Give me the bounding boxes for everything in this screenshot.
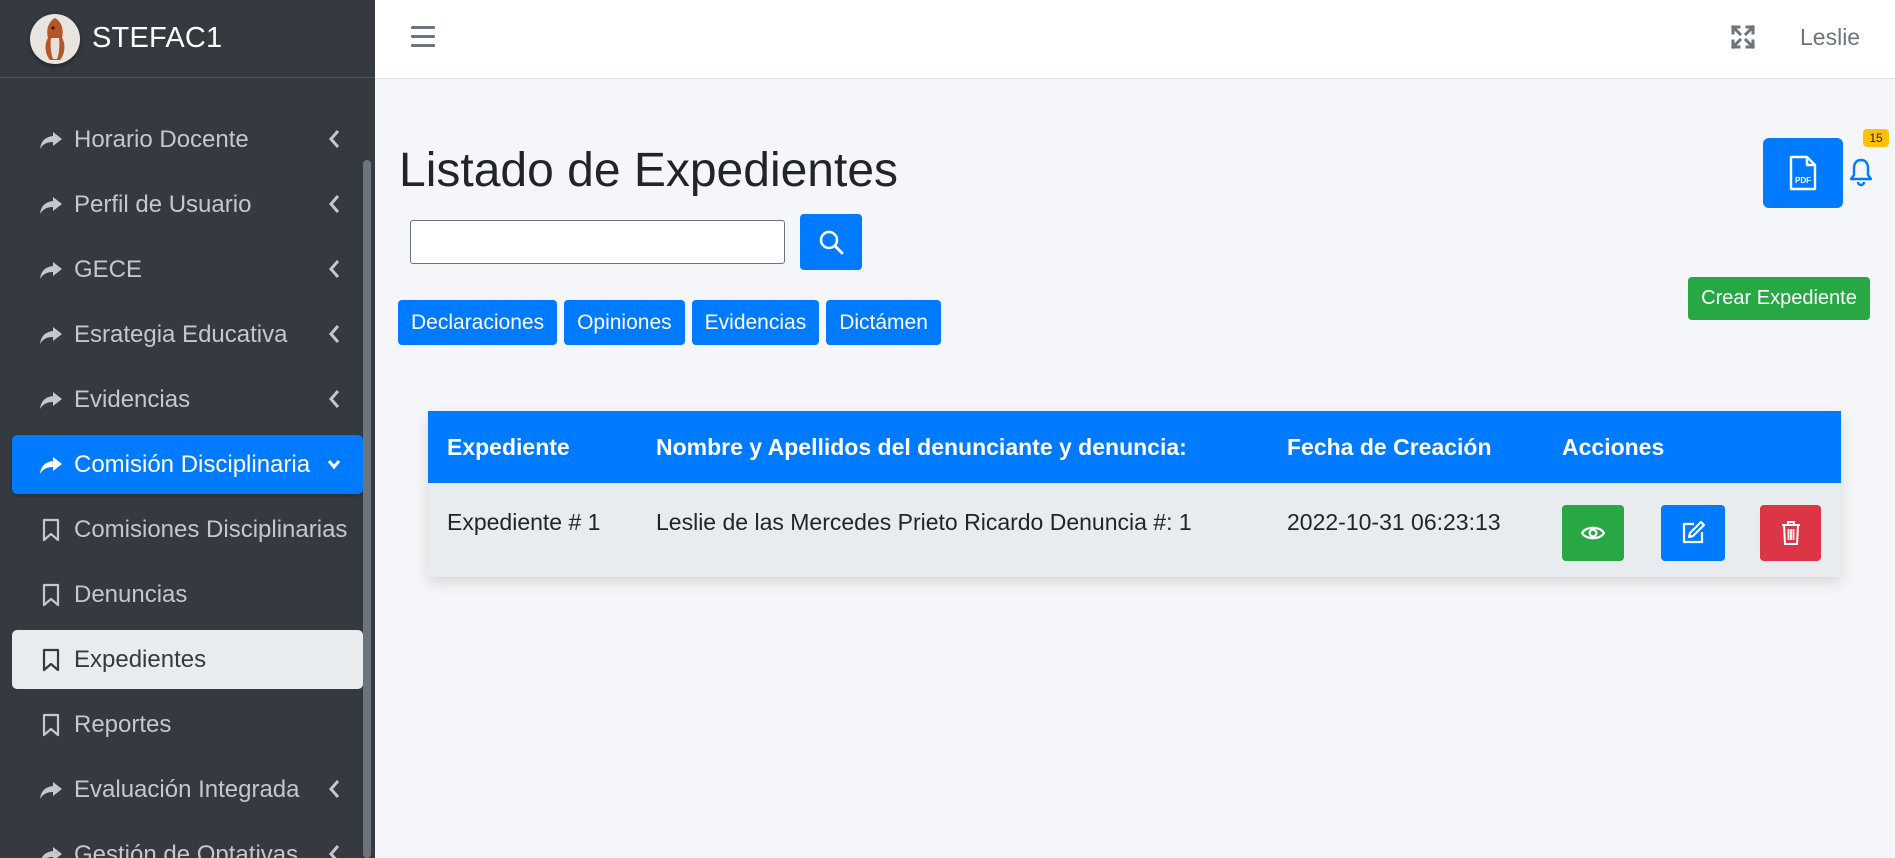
sidebar-scrollbar[interactable] bbox=[363, 160, 371, 858]
sidebar-item-label: Evidencias bbox=[74, 385, 191, 413]
search-icon bbox=[819, 230, 844, 255]
edit-button[interactable] bbox=[1661, 505, 1725, 561]
sidebar-item-evaluacion-integrada[interactable]: Evaluación Integrada bbox=[12, 760, 363, 819]
sidebar-item-evidencias[interactable]: Evidencias bbox=[12, 370, 363, 429]
share-arrow-icon bbox=[38, 127, 64, 153]
sidebar-item-reportes[interactable]: Reportes bbox=[12, 695, 363, 754]
bookmark-icon bbox=[38, 582, 64, 608]
sidebar-item-label: Reportes bbox=[74, 710, 172, 738]
share-arrow-icon bbox=[38, 387, 64, 413]
sidebar-item-comisiones-disciplinarias[interactable]: Comisiones Disciplinarias bbox=[12, 500, 363, 559]
share-arrow-icon bbox=[38, 777, 64, 803]
sidebar-item-label: Horario Docente bbox=[74, 125, 249, 153]
bookmark-icon bbox=[38, 712, 64, 738]
brand-name: STEFAC1 bbox=[92, 22, 223, 54]
sidebar-item-horario-docente[interactable]: Horario Docente bbox=[12, 110, 363, 169]
tab-dictamen[interactable]: Dictámen bbox=[826, 300, 941, 345]
sidebar-item-label: Esrategia Educativa bbox=[74, 320, 288, 348]
tab-declaraciones[interactable]: Declaraciones bbox=[398, 300, 558, 345]
sidebar-item-label: Denuncias bbox=[74, 580, 188, 608]
create-expediente-button[interactable]: Crear Expediente bbox=[1688, 277, 1870, 320]
share-arrow-icon bbox=[38, 257, 64, 283]
chevron-down-icon bbox=[327, 460, 341, 470]
bell-icon[interactable] bbox=[1848, 157, 1874, 187]
edit-icon bbox=[1682, 520, 1706, 544]
sidebar-item-denuncias[interactable]: Denuncias bbox=[12, 565, 363, 624]
sidebar-item-label: Gestión de Optativas bbox=[74, 840, 299, 858]
sidebar-item-label: Comisión Disciplinaria bbox=[74, 450, 311, 478]
column-header: Expediente bbox=[447, 434, 570, 460]
notification-badge: 15 bbox=[1863, 129, 1889, 147]
table-row: Expediente # 1 Leslie de las Mercedes Pr… bbox=[428, 483, 1841, 577]
cell-expediente: Expediente # 1 bbox=[447, 509, 601, 535]
search-button[interactable] bbox=[800, 214, 862, 270]
bookmark-icon bbox=[38, 647, 64, 673]
chevron-left-icon bbox=[329, 195, 340, 213]
chevron-left-icon bbox=[329, 845, 340, 858]
share-arrow-icon bbox=[38, 192, 64, 218]
sidebar-item-perfil-de-usuario[interactable]: Perfil de Usuario bbox=[12, 175, 363, 234]
sidebar-item-gece[interactable]: GECE bbox=[12, 240, 363, 299]
page-title: Listado de Expedientes bbox=[399, 144, 899, 197]
view-button[interactable] bbox=[1562, 505, 1624, 561]
user-menu[interactable]: Leslie bbox=[1800, 24, 1860, 51]
sidebar-item-label: Comisiones Disciplinarias bbox=[74, 515, 348, 543]
column-header: Fecha de Creación bbox=[1287, 434, 1492, 460]
column-header: Acciones bbox=[1562, 434, 1665, 460]
sidebar-item-comision-disciplinaria[interactable]: Comisión Disciplinaria bbox=[12, 435, 363, 494]
eye-icon bbox=[1581, 526, 1605, 540]
menu-toggle-icon[interactable] bbox=[411, 26, 435, 48]
sidebar-nav: Horario Docente Perfil de Usuario GECE Esra… bbox=[12, 110, 363, 858]
sidebar-item-label: Perfil de Usuario bbox=[74, 190, 252, 218]
pdf-export-button[interactable]: PDF bbox=[1763, 138, 1843, 208]
sidebar-item-label: Expedientes bbox=[74, 645, 207, 673]
bookmark-icon bbox=[38, 517, 64, 543]
top-navbar: Leslie bbox=[375, 0, 1895, 79]
chevron-left-icon bbox=[329, 260, 340, 278]
chevron-left-icon bbox=[329, 130, 340, 148]
cell-fecha: 2022-10-31 06:23:13 bbox=[1287, 509, 1501, 535]
trash-icon bbox=[1781, 521, 1800, 545]
delete-button[interactable] bbox=[1760, 505, 1821, 561]
column-header: Nombre y Apellidos del denunciante y den… bbox=[656, 434, 1187, 460]
sidebar-item-label: GECE bbox=[74, 255, 143, 283]
share-arrow-icon bbox=[38, 322, 64, 348]
tab-evidencias[interactable]: Evidencias bbox=[691, 300, 820, 345]
pdf-label: PDF bbox=[1795, 176, 1811, 185]
brand-logo bbox=[30, 13, 80, 64]
main-content: Listado de Expedientes Declaraciones Opi… bbox=[375, 79, 1895, 858]
tab-opiniones[interactable]: Opiniones bbox=[564, 300, 685, 345]
pdf-file-icon: PDF bbox=[1789, 155, 1817, 191]
expedientes-table: Expediente Nombre y Apellidos del denunc… bbox=[428, 411, 1841, 577]
sidebar-item-label: Evaluación Integrada bbox=[74, 775, 300, 803]
cell-nombre: Leslie de las Mercedes Prieto Ricardo De… bbox=[656, 509, 1192, 535]
sidebar: STEFAC1 Horario Docente Perfil de Usuario… bbox=[0, 0, 375, 858]
sidebar-item-gestion-de-optativas[interactable]: Gestión de Optativas bbox=[12, 825, 363, 858]
chevron-left-icon bbox=[329, 390, 340, 408]
document-tabs: Declaraciones Opiniones Evidencias Dictá… bbox=[398, 300, 941, 345]
table-header: Expediente Nombre y Apellidos del denunc… bbox=[428, 411, 1841, 483]
chevron-left-icon bbox=[329, 325, 340, 343]
search-input[interactable] bbox=[410, 220, 785, 264]
chevron-left-icon bbox=[329, 780, 340, 798]
sidebar-item-expedientes[interactable]: Expedientes bbox=[12, 630, 363, 689]
sidebar-item-esrategia-educativa[interactable]: Esrategia Educativa bbox=[12, 305, 363, 364]
fullscreen-icon[interactable] bbox=[1730, 24, 1756, 50]
share-arrow-icon bbox=[38, 842, 64, 858]
share-arrow-icon bbox=[38, 452, 64, 478]
brand[interactable]: STEFAC1 bbox=[0, 0, 375, 78]
